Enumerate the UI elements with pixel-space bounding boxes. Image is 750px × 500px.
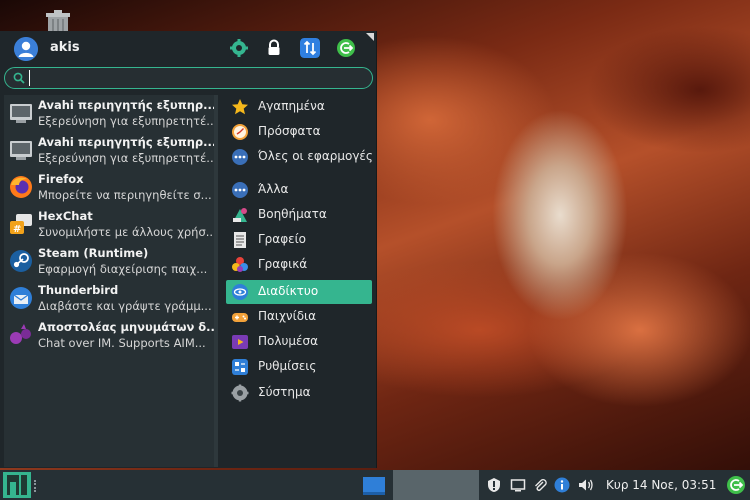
category-other[interactable]: Άλλα bbox=[226, 178, 372, 202]
category-label: Αγαπημένα bbox=[258, 99, 325, 113]
category-label: Ρυθμίσεις bbox=[258, 359, 317, 373]
category-games[interactable]: Παιχνίδια bbox=[226, 305, 372, 329]
show-desktop-icon[interactable] bbox=[356, 470, 392, 500]
hexchat-icon: # bbox=[10, 214, 32, 235]
item-description: Εξερεύνηση για εξυπηρετητέ... bbox=[38, 114, 216, 128]
category-label: Παιχνίδια bbox=[258, 309, 317, 323]
network-computer-icon bbox=[10, 141, 32, 160]
thunderbird-icon bbox=[10, 287, 32, 309]
menu-header: akis bbox=[0, 31, 377, 65]
office-icon bbox=[234, 232, 246, 248]
settings-icon bbox=[232, 359, 248, 375]
category-label: Διαδίκτυο bbox=[258, 284, 319, 298]
category-label: Όλες οι εφαρμογές bbox=[258, 149, 373, 163]
list-item[interactable]: Avahi περιηγητής εξυπηρ... Εξερεύνηση γι… bbox=[4, 132, 218, 169]
clock[interactable]: Κυρ 14 Νοε, 03:51 bbox=[606, 478, 716, 492]
item-description: Chat over IM. Supports AIM... bbox=[38, 336, 206, 350]
favorites-list: Avahi περιηγητής εξυπηρ... Εξερεύνηση γι… bbox=[4, 95, 218, 467]
item-name: Avahi περιηγητής εξυπηρ... bbox=[38, 98, 216, 112]
search-input[interactable] bbox=[29, 70, 359, 86]
item-name: Steam (Runtime) bbox=[38, 246, 149, 260]
firefox-icon bbox=[10, 176, 32, 198]
list-item[interactable]: Firefox Μπορείτε να περιηγηθείτε σ... bbox=[4, 169, 218, 206]
games-icon bbox=[232, 313, 248, 322]
accessories-icon bbox=[233, 208, 247, 222]
item-name: Thunderbird bbox=[38, 283, 119, 297]
info-icon[interactable] bbox=[554, 477, 570, 493]
item-name: Firefox bbox=[38, 172, 84, 186]
lock-icon[interactable] bbox=[264, 38, 284, 58]
category-label: Γραφικά bbox=[258, 257, 308, 271]
all-apps-icon bbox=[232, 149, 248, 165]
taskbar: Κυρ 14 Νοε, 03:51 bbox=[0, 470, 750, 500]
category-label: Πρόσφατα bbox=[258, 124, 321, 138]
category-label: Πολυμέσα bbox=[258, 334, 319, 348]
category-office[interactable]: Γραφείο bbox=[226, 228, 372, 252]
category-multimedia[interactable]: Πολυμέσα bbox=[226, 330, 372, 354]
username: akis bbox=[50, 40, 80, 55]
volume-icon[interactable] bbox=[578, 477, 594, 493]
application-menu: akis Avahi περιηγητής εξυπηρ... Εξερεύνη… bbox=[0, 31, 377, 468]
switch-user-icon[interactable] bbox=[300, 38, 320, 58]
list-item[interactable]: Αποστολέας μηνυμάτων δ... Chat over IM. … bbox=[4, 317, 218, 354]
category-label: Άλλα bbox=[258, 182, 289, 196]
item-name: HexChat bbox=[38, 209, 93, 223]
internet-icon bbox=[232, 284, 248, 300]
category-system[interactable]: Σύστημα bbox=[226, 381, 372, 405]
item-description: Διαβάστε και γράψτε γράμμ... bbox=[38, 299, 212, 313]
logout-icon[interactable] bbox=[336, 38, 356, 58]
category-label: Βοηθήματα bbox=[258, 207, 327, 221]
user-avatar-icon[interactable] bbox=[14, 37, 38, 61]
network-computer-icon bbox=[10, 104, 32, 123]
clip-icon[interactable] bbox=[532, 477, 548, 493]
category-label: Γραφείο bbox=[258, 232, 307, 246]
menu-button-area bbox=[0, 470, 42, 500]
item-description: Συνομιλήστε με άλλους χρήσ... bbox=[38, 225, 216, 239]
logout-icon[interactable] bbox=[726, 475, 746, 495]
clock-icon bbox=[232, 124, 248, 140]
workspace-switcher[interactable] bbox=[393, 470, 479, 500]
item-description: Εξερεύνηση για εξυπηρετητέ... bbox=[38, 151, 216, 165]
list-item[interactable]: Thunderbird Διαβάστε και γράψτε γράμμ... bbox=[4, 280, 218, 317]
settings-icon[interactable] bbox=[229, 38, 249, 58]
search-icon bbox=[13, 72, 25, 84]
category-all-apps[interactable]: Όλες οι εφαρμογές bbox=[226, 145, 373, 169]
category-accessories[interactable]: Βοηθήματα bbox=[226, 203, 372, 227]
pidgin-icon bbox=[10, 324, 31, 344]
item-description: Μπορείτε να περιηγηθείτε σ... bbox=[38, 188, 212, 202]
list-item[interactable]: Steam (Runtime) Εφαρμογή διαχείρισης παι… bbox=[4, 243, 218, 280]
item-description: Εφαρμογή διαχείρισης παιχ... bbox=[38, 262, 208, 276]
manjaro-logo-icon[interactable] bbox=[3, 472, 31, 498]
item-name: Avahi περιηγητής εξυπηρ... bbox=[38, 135, 216, 149]
list-item[interactable]: Avahi περιηγητής εξυπηρ... Εξερεύνηση γι… bbox=[4, 95, 218, 132]
system-icon bbox=[231, 384, 249, 402]
search-box[interactable] bbox=[4, 67, 373, 89]
svg-text:#: # bbox=[13, 224, 21, 235]
multimedia-icon bbox=[232, 335, 248, 349]
category-favorites[interactable]: Αγαπημένα bbox=[226, 95, 372, 119]
category-settings[interactable]: Ρυθμίσεις bbox=[226, 355, 372, 379]
steam-icon bbox=[10, 250, 32, 272]
favorites-scrollbar[interactable] bbox=[214, 95, 218, 467]
category-recent[interactable]: Πρόσφατα bbox=[226, 120, 372, 144]
display-icon[interactable] bbox=[510, 477, 526, 493]
panel-handle[interactable] bbox=[34, 480, 38, 492]
category-graphics[interactable]: Γραφικά bbox=[226, 253, 372, 277]
item-name: Αποστολέας μηνυμάτων δ... bbox=[38, 320, 216, 334]
star-icon bbox=[232, 99, 248, 115]
graphics-icon bbox=[232, 257, 248, 272]
list-item[interactable]: # HexChat Συνομιλήστε με άλλους χρήσ... bbox=[4, 206, 218, 243]
other-icon bbox=[232, 182, 248, 198]
category-label: Σύστημα bbox=[258, 385, 311, 399]
update-icon[interactable] bbox=[486, 477, 502, 493]
category-internet[interactable]: Διαδίκτυο bbox=[226, 280, 372, 304]
